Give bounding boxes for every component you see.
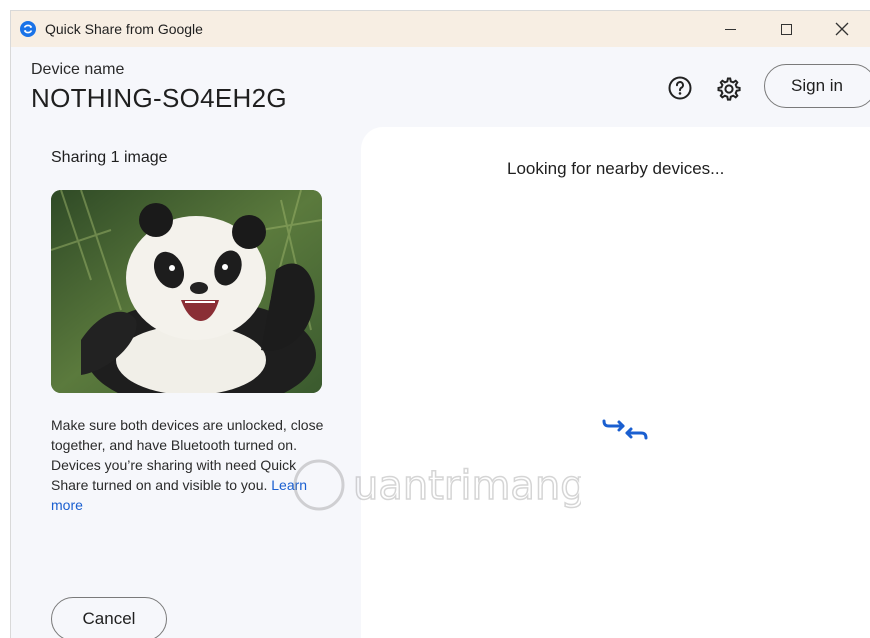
- maximize-button[interactable]: [758, 11, 814, 47]
- help-icon[interactable]: [667, 75, 693, 101]
- maximize-icon: [780, 23, 792, 35]
- sharing-title: Sharing 1 image: [51, 149, 168, 166]
- cancel-button[interactable]: Cancel: [51, 597, 167, 638]
- device-name-value: NOTHING-SO4EH2G: [31, 83, 287, 113]
- transfer-arrows-icon: [601, 415, 649, 445]
- shared-image-preview: [51, 190, 322, 393]
- gear-icon[interactable]: [715, 75, 743, 103]
- nearby-devices-panel: Looking for nearby devices...: [361, 127, 870, 638]
- title-bar[interactable]: Quick Share from Google: [11, 11, 870, 47]
- sharing-help-text: Make sure both devices are unlocked, clo…: [51, 415, 331, 515]
- searching-status-text: Looking for nearby devices...: [507, 159, 725, 178]
- sharing-panel: Sharing 1 image Make sure both devices a…: [11, 127, 361, 638]
- quick-share-window: Quick Share from Google Device name NOTH…: [10, 10, 870, 638]
- close-button[interactable]: [814, 11, 870, 47]
- window-controls: [702, 11, 870, 47]
- device-header: Device name NOTHING-SO4EH2G Sign in: [11, 47, 870, 127]
- sign-in-button[interactable]: Sign in: [764, 64, 870, 108]
- device-name-label: Device name: [31, 61, 125, 78]
- window-title: Quick Share from Google: [45, 21, 203, 37]
- close-icon: [835, 22, 849, 36]
- quick-share-app-icon: [20, 21, 36, 37]
- minimize-button[interactable]: [702, 11, 758, 47]
- minimize-icon: [724, 28, 736, 30]
